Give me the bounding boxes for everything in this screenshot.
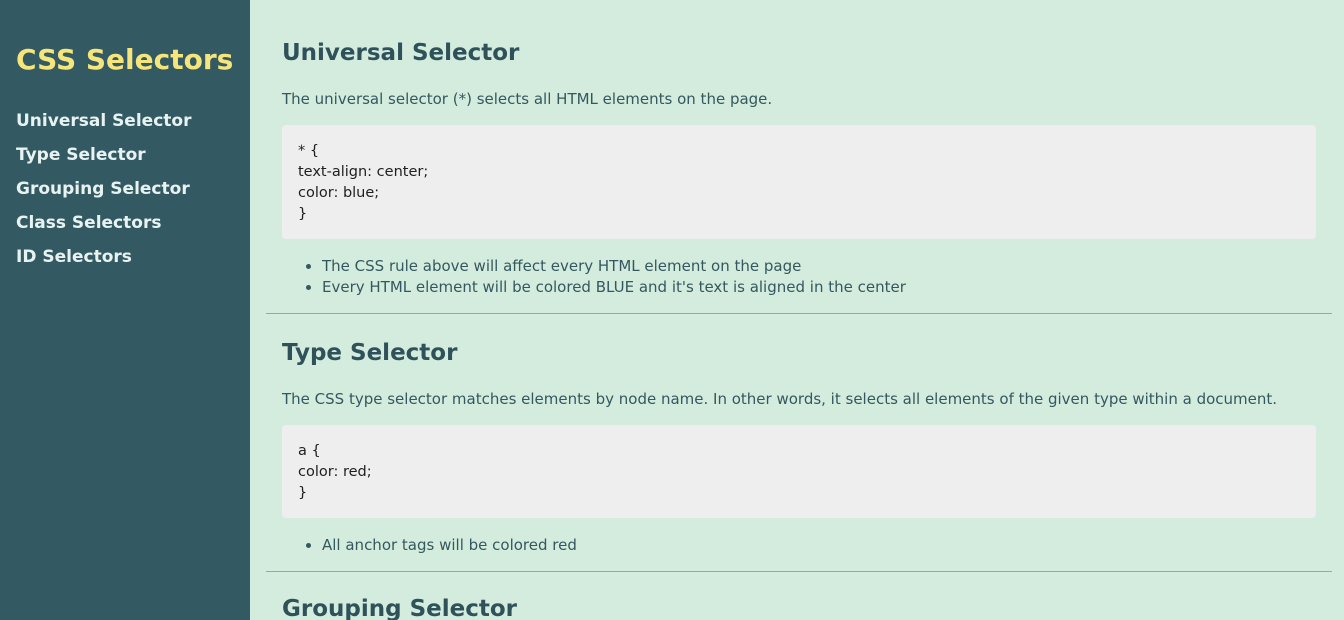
section-type-selector: Type Selector The CSS type selector matc… — [266, 314, 1332, 556]
code-block: * { text-align: center; color: blue; } — [282, 125, 1316, 239]
section-heading: Type Selector — [282, 340, 458, 366]
section-description: The CSS type selector matches elements b… — [282, 390, 1278, 408]
sidebar-item-id-selectors[interactable]: ID Selectors — [16, 240, 191, 274]
section-heading: Grouping Selector — [282, 596, 518, 620]
list-item: All anchor tags will be colored red — [322, 535, 1316, 556]
sidebar: CSS Selectors Universal Selector Type Se… — [0, 0, 250, 620]
section-grouping-selector: Grouping Selector — [266, 572, 1332, 620]
site-title: CSS Selectors — [16, 43, 234, 76]
list-item: Every HTML element will be colored BLUE … — [322, 277, 1316, 298]
section-heading: Universal Selector — [282, 40, 520, 66]
code-block: a { color: red; } — [282, 425, 1316, 518]
sidebar-item-grouping-selector[interactable]: Grouping Selector — [16, 172, 191, 206]
bullet-list: All anchor tags will be colored red — [282, 535, 1316, 556]
section-universal-selector: Universal Selector The universal selecto… — [266, 0, 1332, 298]
list-item: The CSS rule above will affect every HTM… — [322, 256, 1316, 277]
sidebar-item-universal-selector[interactable]: Universal Selector — [16, 104, 191, 138]
bullet-list: The CSS rule above will affect every HTM… — [282, 256, 1316, 298]
main-content[interactable]: Universal Selector The universal selecto… — [266, 0, 1332, 620]
section-description: The universal selector (*) selects all H… — [282, 90, 773, 108]
sidebar-nav: Universal Selector Type Selector Groupin… — [16, 104, 191, 274]
sidebar-item-type-selector[interactable]: Type Selector — [16, 138, 191, 172]
sidebar-item-class-selectors[interactable]: Class Selectors — [16, 206, 191, 240]
